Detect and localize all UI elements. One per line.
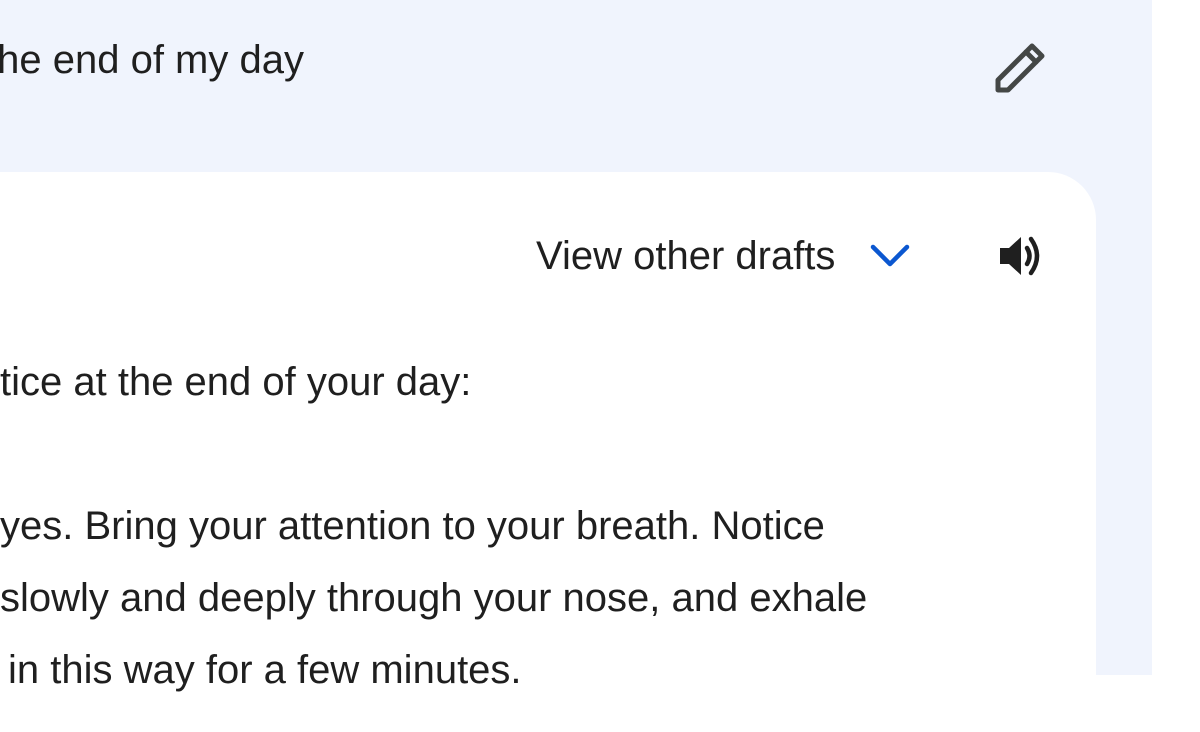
drafts-label: View other drafts — [536, 234, 836, 278]
prompt-text: the end of my day — [0, 38, 304, 82]
edit-prompt-button[interactable] — [990, 36, 1052, 98]
view-other-drafts-button[interactable]: View other drafts — [536, 230, 911, 282]
right-gutter — [1152, 0, 1200, 675]
chevron-down-icon — [869, 235, 911, 277]
response-line: in this way for a few minutes. — [8, 648, 522, 692]
pencil-icon — [995, 43, 1045, 93]
read-aloud-button[interactable] — [992, 230, 1048, 282]
response-line: slowly and deeply through your nose, and… — [0, 576, 868, 620]
volume-icon — [1000, 236, 1040, 276]
response-line: yes. Bring your attention to your breath… — [0, 504, 825, 548]
response-line: tice at the end of your day: — [0, 360, 472, 404]
